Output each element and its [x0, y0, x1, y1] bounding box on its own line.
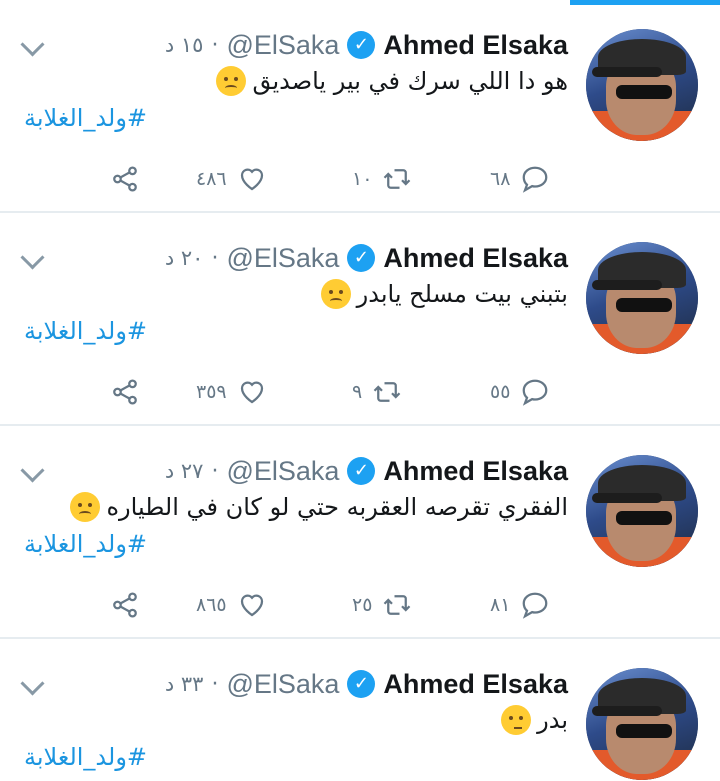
- tweet[interactable]: Ahmed Elsaka ✓ @ElSaka · ٢٠ د بتبني بيت …: [0, 213, 720, 426]
- unamused-face-emoji-icon: [70, 492, 101, 522]
- retweet-icon: [384, 595, 411, 615]
- chevron-down-icon[interactable]: [20, 32, 45, 57]
- reply-button[interactable]: ٥٥: [490, 377, 550, 407]
- display-name[interactable]: Ahmed Elsaka: [383, 243, 568, 274]
- chevron-down-icon[interactable]: [20, 671, 45, 696]
- like-button[interactable]: ٣٥٩: [196, 377, 267, 407]
- like-count: ٤٨٦: [196, 168, 227, 190]
- verified-badge-icon: ✓: [347, 670, 376, 698]
- display-name[interactable]: Ahmed Elsaka: [383, 30, 568, 61]
- display-name[interactable]: Ahmed Elsaka: [383, 456, 568, 487]
- like-button[interactable]: ٤٨٦: [196, 164, 267, 194]
- retweet-count: ٢٥: [352, 594, 373, 616]
- display-name[interactable]: Ahmed Elsaka: [383, 669, 568, 700]
- reply-button[interactable]: ٦٨: [490, 164, 550, 194]
- tweet-text-row: بدر: [501, 705, 568, 735]
- tweet-header: Ahmed Elsaka ✓ @ElSaka · ٣٣ د: [165, 667, 568, 701]
- retweet-button[interactable]: ٩: [352, 377, 402, 407]
- hashtag-link[interactable]: #ولد_الغلابة: [24, 317, 147, 345]
- verified-badge-icon: ✓: [347, 31, 376, 59]
- separator-dot: ·: [211, 245, 219, 271]
- retweet-button[interactable]: ٢٥: [352, 590, 412, 620]
- reply-icon: [523, 379, 548, 406]
- tweet-text: بتبني بيت مسلح يابدر: [356, 280, 568, 308]
- frowning-face-emoji-icon: [216, 66, 247, 96]
- reply-count: ٦٨: [490, 168, 511, 190]
- reply-icon: [523, 592, 548, 619]
- heart-icon: [240, 594, 263, 617]
- hashtag-link[interactable]: #ولد_الغلابة: [24, 530, 147, 558]
- timestamp[interactable]: ٣٣ د: [165, 672, 204, 696]
- verified-badge-icon: ✓: [347, 457, 376, 485]
- timestamp[interactable]: ٢٠ د: [165, 246, 204, 270]
- tweet[interactable]: Ahmed Elsaka ✓ @ElSaka · ١٥ د هو دا اللي…: [0, 0, 720, 213]
- retweet-button[interactable]: ١٠: [352, 164, 412, 194]
- avatar[interactable]: [586, 455, 698, 567]
- separator-dot: ·: [211, 32, 219, 58]
- reply-count: ٨١: [490, 594, 511, 616]
- avatar[interactable]: [586, 668, 698, 780]
- retweet-count: ١٠: [352, 168, 373, 190]
- separator-dot: ·: [211, 458, 219, 484]
- verified-badge-icon: ✓: [347, 244, 376, 272]
- reply-count: ٥٥: [490, 381, 511, 403]
- tweet-header: Ahmed Elsaka ✓ @ElSaka · ٢٠ د: [165, 241, 568, 275]
- like-count: ٣٥٩: [196, 381, 227, 403]
- timestamp[interactable]: ٢٧ د: [165, 459, 204, 483]
- hashtag-link[interactable]: #ولد_الغلابة: [24, 104, 147, 132]
- share-button[interactable]: [110, 377, 140, 407]
- avatar[interactable]: [586, 29, 698, 141]
- tweet-header: Ahmed Elsaka ✓ @ElSaka · ١٥ د: [165, 28, 568, 62]
- retweet-icon: [373, 382, 401, 402]
- retweet-icon: [384, 169, 411, 189]
- user-handle[interactable]: @ElSaka: [226, 30, 339, 61]
- separator-dot: ·: [211, 671, 219, 697]
- share-button[interactable]: [110, 164, 140, 194]
- like-button[interactable]: ٨٦٥: [196, 590, 267, 620]
- chevron-down-icon[interactable]: [20, 245, 45, 270]
- unamused-face-emoji-icon: [320, 279, 351, 309]
- share-icon: [113, 592, 137, 618]
- user-handle[interactable]: @ElSaka: [226, 669, 339, 700]
- user-handle[interactable]: @ElSaka: [226, 456, 339, 487]
- heart-icon: [240, 168, 263, 191]
- reply-button[interactable]: ٨١: [490, 590, 550, 620]
- retweet-count: ٩: [352, 381, 363, 403]
- hashtag-link[interactable]: #ولد_الغلابة: [24, 743, 147, 771]
- tweet-text: الفقري تقرصه العقربه حتي لو كان في الطيا…: [106, 493, 568, 521]
- share-icon: [113, 379, 137, 405]
- thinking-face-emoji-icon: [501, 705, 532, 735]
- tweet-text-row: بتبني بيت مسلح يابدر: [320, 279, 568, 309]
- share-button[interactable]: [110, 590, 140, 620]
- user-handle[interactable]: @ElSaka: [226, 243, 339, 274]
- tweet[interactable]: Ahmed Elsaka ✓ @ElSaka · ٣٣ د بدر #ولد_ا…: [0, 639, 720, 781]
- tweet-actions: ٦٨ ١٠ ٤٨٦: [0, 164, 720, 200]
- chevron-down-icon[interactable]: [20, 458, 45, 483]
- tweet-text: هو دا اللي سرك في بير ياصديق: [252, 67, 568, 95]
- like-count: ٨٦٥: [196, 594, 227, 616]
- reply-icon: [523, 166, 548, 193]
- tweet[interactable]: Ahmed Elsaka ✓ @ElSaka · ٢٧ د الفقري تقر…: [0, 426, 720, 639]
- heart-icon: [240, 381, 263, 404]
- tweet-actions: ٨١ ٢٥ ٨٦٥: [0, 590, 720, 626]
- avatar[interactable]: [586, 242, 698, 354]
- share-icon: [113, 166, 137, 192]
- tweet-header: Ahmed Elsaka ✓ @ElSaka · ٢٧ د: [165, 454, 568, 488]
- tweet-actions: ٥٥ ٩ ٣٥٩: [0, 377, 720, 413]
- timestamp[interactable]: ١٥ د: [165, 33, 204, 57]
- tweet-text-row: الفقري تقرصه العقربه حتي لو كان في الطيا…: [70, 492, 568, 522]
- tweet-text-row: هو دا اللي سرك في بير ياصديق: [216, 66, 568, 96]
- tweet-text: بدر: [537, 706, 568, 734]
